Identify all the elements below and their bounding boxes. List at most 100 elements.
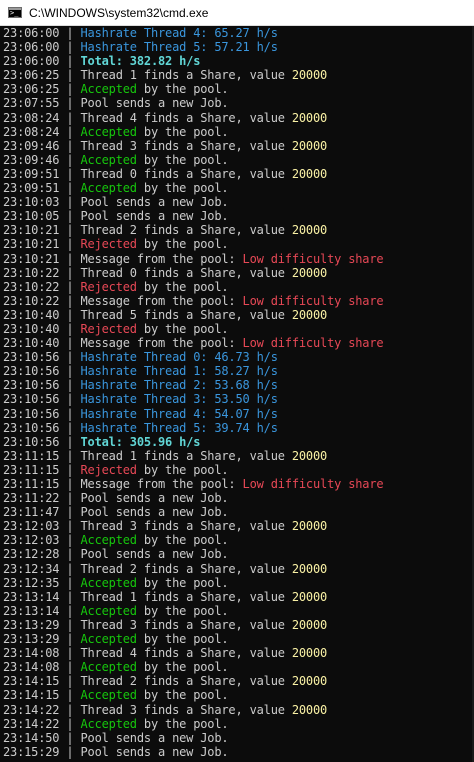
rejected-status: Rejected [80, 321, 138, 336]
log-text: Message from the pool: [80, 477, 243, 491]
console-line: 23:10:56 | Hashrate Thread 5: 39.74 h/s [3, 421, 474, 435]
rejected-status: Rejected [80, 279, 138, 294]
console-line: 23:12:03 | Thread 3 finds a Share, value… [3, 519, 474, 533]
console-line: 23:09:46 | Accepted by the pool. [3, 153, 474, 167]
separator: | [59, 307, 81, 322]
console-line: 23:07:55 | Pool sends a new Job. [3, 96, 474, 110]
log-text: Thread 0 finds a Share, value [80, 265, 292, 280]
accepted-status: Accepted [80, 603, 138, 618]
separator: | [59, 603, 81, 618]
timestamp: 23:12:03 [3, 519, 60, 534]
timestamp: 23:12:34 [3, 561, 60, 576]
console-line: 23:10:21 | Rejected by the pool. [3, 237, 474, 251]
timestamp: 23:14:15 [3, 674, 60, 689]
timestamp: 23:10:56 [3, 378, 60, 393]
timestamp: 23:10:56 [3, 364, 60, 379]
accepted-status: Accepted [80, 688, 138, 703]
timestamp: 23:12:03 [3, 533, 60, 548]
hashrate-text: Hashrate Thread 1: 58.27 h/s [80, 364, 278, 379]
timestamp: 23:10:22 [3, 293, 60, 308]
rejected-status: Low difficulty share [242, 336, 384, 351]
log-text: Pool sends a new Job. [80, 547, 229, 562]
timestamp: 23:09:46 [3, 138, 60, 153]
log-text: Thread 3 finds a Share, value [80, 138, 292, 153]
hashrate-text: Hashrate Thread 2: 53.68 h/s [80, 378, 278, 393]
console-line: 23:12:03 | Accepted by the pool. [3, 533, 474, 547]
share-value: 20000 [291, 138, 328, 153]
separator: | [59, 547, 81, 562]
cmd-icon[interactable] [8, 7, 22, 18]
timestamp: 23:10:03 [3, 195, 60, 210]
console-line: 23:10:56 | Hashrate Thread 3: 53.50 h/s [3, 392, 474, 406]
timestamp: 23:09:51 [3, 181, 60, 196]
timestamp: 23:10:56 [3, 350, 60, 365]
console-line: 23:13:29 | Accepted by the pool. [3, 632, 474, 646]
rejected-status: Low difficulty share [242, 251, 384, 266]
console-output[interactable]: 23:06:00 | Hashrate Thread 4: 65.27 h/s 2… [0, 26, 474, 762]
console-line: 23:14:08 | Thread 4 finds a Share, value… [3, 646, 474, 660]
timestamp: 23:10:05 [3, 209, 60, 224]
timestamp: 23:07:55 [3, 96, 60, 111]
timestamp: 23:15:29 [3, 744, 60, 759]
console-line: 23:10:22 | Rejected by the pool. [3, 280, 474, 294]
window-title: C:\WINDOWS\system32\cmd.exe [29, 5, 209, 20]
separator: | [59, 674, 81, 689]
console-line: 23:15:29 | Pool sends a new Job. [3, 745, 474, 759]
share-value: 20000 [291, 519, 328, 534]
separator: | [59, 321, 81, 336]
timestamp: 23:09:51 [3, 166, 60, 181]
separator: | [59, 279, 81, 294]
separator: | [59, 138, 81, 153]
timestamp: 23:11:15 [3, 462, 60, 477]
separator: | [59, 251, 81, 266]
log-text: by the pool. [136, 575, 229, 590]
timestamp: 23:10:21 [3, 237, 60, 252]
separator: | [59, 392, 81, 407]
log-text: Thread 5 finds a Share, value [80, 307, 292, 322]
console-line: 23:10:56 | Total: 305.96 h/s [3, 435, 474, 449]
log-text: by the pool. [136, 632, 229, 647]
separator: | [59, 152, 81, 167]
accepted-status: Accepted [80, 716, 138, 731]
console-line: 23:13:14 | Accepted by the pool. [3, 604, 474, 618]
timestamp: 23:09:46 [3, 152, 60, 167]
console-line: 23:06:25 | Thread 1 finds a Share, value… [3, 68, 474, 82]
timestamp: 23:08:24 [3, 110, 60, 125]
timestamp: 23:10:56 [3, 434, 60, 449]
log-text: Thread 4 finds a Share, value [80, 646, 292, 661]
accepted-status: Accepted [80, 632, 138, 647]
hashrate-text: Hashrate Thread 5: 39.74 h/s [80, 420, 278, 435]
timestamp: 23:06:25 [3, 82, 60, 97]
log-text: Thread 3 finds a Share, value [80, 702, 292, 717]
log-text: Message from the pool: [80, 251, 243, 266]
console-line: 23:06:25 | Accepted by the pool. [3, 82, 474, 96]
hashrate-text: Hashrate Thread 5: 57.21 h/s [80, 40, 278, 55]
timestamp: 23:12:28 [3, 547, 60, 562]
log-text: by the pool. [136, 462, 229, 477]
log-text: Pool sends a new Job. [80, 96, 229, 111]
log-text: by the pool. [136, 716, 229, 731]
hashrate-text: Hashrate Thread 4: 54.07 h/s [80, 406, 278, 421]
separator: | [59, 265, 81, 280]
console-line: 23:10:21 | Thread 2 finds a Share, value… [3, 223, 474, 237]
separator: | [59, 730, 81, 745]
title-bar[interactable]: C:\WINDOWS\system32\cmd.exe [0, 0, 474, 26]
timestamp: 23:13:29 [3, 632, 60, 647]
separator: | [59, 617, 81, 632]
console-line: 23:10:05 | Pool sends a new Job. [3, 209, 474, 223]
timestamp: 23:10:56 [3, 420, 60, 435]
separator: | [59, 716, 81, 731]
log-text: Pool sends a new Job. [80, 209, 229, 224]
separator: | [59, 420, 81, 435]
separator: | [59, 646, 81, 661]
share-value: 20000 [291, 265, 328, 280]
console-line: 23:11:22 | Pool sends a new Job. [3, 491, 474, 505]
console-line: 23:10:03 | Pool sends a new Job. [3, 195, 474, 209]
separator: | [59, 589, 81, 604]
console-line: 23:10:56 | Hashrate Thread 4: 54.07 h/s [3, 407, 474, 421]
log-text: by the pool. [136, 237, 229, 252]
separator: | [59, 40, 81, 55]
separator: | [59, 110, 81, 125]
console-line: 23:10:40 | Thread 5 finds a Share, value… [3, 308, 474, 322]
timestamp: 23:14:22 [3, 716, 60, 731]
